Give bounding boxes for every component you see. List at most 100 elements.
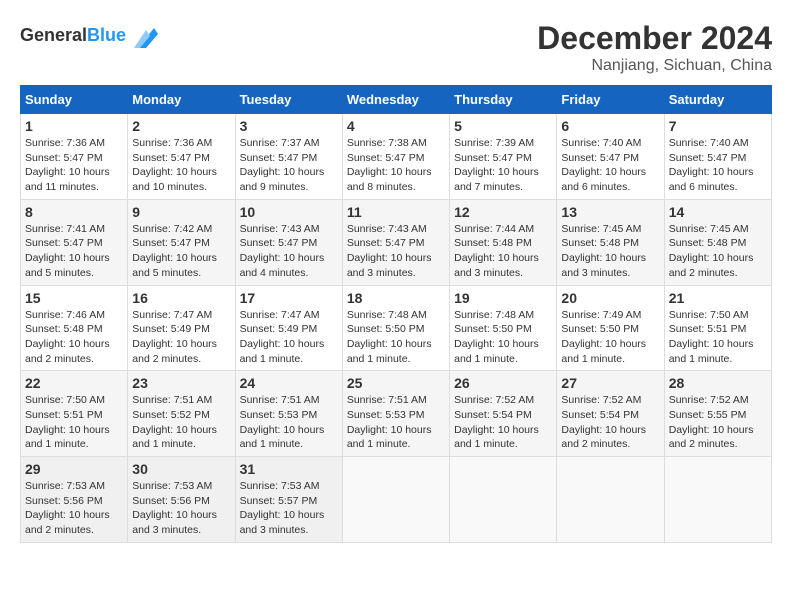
- day-info: Sunrise: 7:53 AMSunset: 5:56 PMDaylight:…: [132, 479, 230, 538]
- day-number: 21: [669, 290, 767, 306]
- calendar-cell: 9 Sunrise: 7:42 AMSunset: 5:47 PMDayligh…: [128, 199, 235, 285]
- day-info: Sunrise: 7:41 AMSunset: 5:47 PMDaylight:…: [25, 222, 123, 281]
- header-thursday: Thursday: [450, 86, 557, 114]
- day-info: Sunrise: 7:46 AMSunset: 5:48 PMDaylight:…: [25, 308, 123, 367]
- month-title: December 2024: [537, 20, 772, 57]
- calendar-cell: 23 Sunrise: 7:51 AMSunset: 5:52 PMDaylig…: [128, 371, 235, 457]
- day-number: 31: [240, 461, 338, 477]
- day-info: Sunrise: 7:36 AMSunset: 5:47 PMDaylight:…: [25, 136, 123, 195]
- calendar-cell: 6 Sunrise: 7:40 AMSunset: 5:47 PMDayligh…: [557, 114, 664, 200]
- day-info: Sunrise: 7:42 AMSunset: 5:47 PMDaylight:…: [132, 222, 230, 281]
- day-info: Sunrise: 7:43 AMSunset: 5:47 PMDaylight:…: [347, 222, 445, 281]
- logo-blue: Blue: [87, 25, 126, 45]
- calendar-cell: 10 Sunrise: 7:43 AMSunset: 5:47 PMDaylig…: [235, 199, 342, 285]
- calendar-cell: 24 Sunrise: 7:51 AMSunset: 5:53 PMDaylig…: [235, 371, 342, 457]
- day-number: 29: [25, 461, 123, 477]
- calendar-cell: 22 Sunrise: 7:50 AMSunset: 5:51 PMDaylig…: [21, 371, 128, 457]
- day-info: Sunrise: 7:51 AMSunset: 5:53 PMDaylight:…: [347, 393, 445, 452]
- day-number: 30: [132, 461, 230, 477]
- day-info: Sunrise: 7:53 AMSunset: 5:57 PMDaylight:…: [240, 479, 338, 538]
- day-number: 9: [132, 204, 230, 220]
- header-saturday: Saturday: [664, 86, 771, 114]
- calendar-cell: 29 Sunrise: 7:53 AMSunset: 5:56 PMDaylig…: [21, 457, 128, 543]
- day-info: Sunrise: 7:40 AMSunset: 5:47 PMDaylight:…: [561, 136, 659, 195]
- calendar-cell: [342, 457, 449, 543]
- day-info: Sunrise: 7:45 AMSunset: 5:48 PMDaylight:…: [561, 222, 659, 281]
- logo: GeneralBlue: [20, 20, 162, 52]
- calendar-table: SundayMondayTuesdayWednesdayThursdayFrid…: [20, 85, 772, 543]
- day-info: Sunrise: 7:51 AMSunset: 5:53 PMDaylight:…: [240, 393, 338, 452]
- calendar-cell: 11 Sunrise: 7:43 AMSunset: 5:47 PMDaylig…: [342, 199, 449, 285]
- calendar-cell: 20 Sunrise: 7:49 AMSunset: 5:50 PMDaylig…: [557, 285, 664, 371]
- calendar-header-row: SundayMondayTuesdayWednesdayThursdayFrid…: [21, 86, 772, 114]
- week-row-2: 8 Sunrise: 7:41 AMSunset: 5:47 PMDayligh…: [21, 199, 772, 285]
- day-number: 28: [669, 375, 767, 391]
- calendar-cell: 1 Sunrise: 7:36 AMSunset: 5:47 PMDayligh…: [21, 114, 128, 200]
- day-number: 1: [25, 118, 123, 134]
- day-info: Sunrise: 7:38 AMSunset: 5:47 PMDaylight:…: [347, 136, 445, 195]
- day-info: Sunrise: 7:47 AMSunset: 5:49 PMDaylight:…: [132, 308, 230, 367]
- day-number: 15: [25, 290, 123, 306]
- calendar-cell: 19 Sunrise: 7:48 AMSunset: 5:50 PMDaylig…: [450, 285, 557, 371]
- day-number: 14: [669, 204, 767, 220]
- day-number: 3: [240, 118, 338, 134]
- calendar-cell: 12 Sunrise: 7:44 AMSunset: 5:48 PMDaylig…: [450, 199, 557, 285]
- week-row-5: 29 Sunrise: 7:53 AMSunset: 5:56 PMDaylig…: [21, 457, 772, 543]
- day-number: 23: [132, 375, 230, 391]
- day-info: Sunrise: 7:40 AMSunset: 5:47 PMDaylight:…: [669, 136, 767, 195]
- calendar-cell: 15 Sunrise: 7:46 AMSunset: 5:48 PMDaylig…: [21, 285, 128, 371]
- calendar-cell: [557, 457, 664, 543]
- day-info: Sunrise: 7:52 AMSunset: 5:55 PMDaylight:…: [669, 393, 767, 452]
- day-info: Sunrise: 7:45 AMSunset: 5:48 PMDaylight:…: [669, 222, 767, 281]
- day-info: Sunrise: 7:53 AMSunset: 5:56 PMDaylight:…: [25, 479, 123, 538]
- title-block: December 2024 Nanjiang, Sichuan, China: [537, 20, 772, 75]
- calendar-cell: 27 Sunrise: 7:52 AMSunset: 5:54 PMDaylig…: [557, 371, 664, 457]
- header-wednesday: Wednesday: [342, 86, 449, 114]
- logo-general: General: [20, 25, 87, 45]
- day-number: 11: [347, 204, 445, 220]
- day-number: 13: [561, 204, 659, 220]
- day-number: 20: [561, 290, 659, 306]
- calendar-cell: 30 Sunrise: 7:53 AMSunset: 5:56 PMDaylig…: [128, 457, 235, 543]
- day-info: Sunrise: 7:39 AMSunset: 5:47 PMDaylight:…: [454, 136, 552, 195]
- calendar-cell: 18 Sunrise: 7:48 AMSunset: 5:50 PMDaylig…: [342, 285, 449, 371]
- header-sunday: Sunday: [21, 86, 128, 114]
- day-info: Sunrise: 7:51 AMSunset: 5:52 PMDaylight:…: [132, 393, 230, 452]
- day-number: 24: [240, 375, 338, 391]
- calendar-cell: 5 Sunrise: 7:39 AMSunset: 5:47 PMDayligh…: [450, 114, 557, 200]
- calendar-cell: 25 Sunrise: 7:51 AMSunset: 5:53 PMDaylig…: [342, 371, 449, 457]
- day-info: Sunrise: 7:47 AMSunset: 5:49 PMDaylight:…: [240, 308, 338, 367]
- calendar-cell: 4 Sunrise: 7:38 AMSunset: 5:47 PMDayligh…: [342, 114, 449, 200]
- day-info: Sunrise: 7:49 AMSunset: 5:50 PMDaylight:…: [561, 308, 659, 367]
- header-monday: Monday: [128, 86, 235, 114]
- day-number: 4: [347, 118, 445, 134]
- calendar-cell: [450, 457, 557, 543]
- day-info: Sunrise: 7:36 AMSunset: 5:47 PMDaylight:…: [132, 136, 230, 195]
- calendar-cell: 16 Sunrise: 7:47 AMSunset: 5:49 PMDaylig…: [128, 285, 235, 371]
- day-info: Sunrise: 7:50 AMSunset: 5:51 PMDaylight:…: [669, 308, 767, 367]
- calendar-cell: 2 Sunrise: 7:36 AMSunset: 5:47 PMDayligh…: [128, 114, 235, 200]
- week-row-1: 1 Sunrise: 7:36 AMSunset: 5:47 PMDayligh…: [21, 114, 772, 200]
- day-number: 2: [132, 118, 230, 134]
- day-info: Sunrise: 7:37 AMSunset: 5:47 PMDaylight:…: [240, 136, 338, 195]
- day-info: Sunrise: 7:43 AMSunset: 5:47 PMDaylight:…: [240, 222, 338, 281]
- calendar-cell: 14 Sunrise: 7:45 AMSunset: 5:48 PMDaylig…: [664, 199, 771, 285]
- location-title: Nanjiang, Sichuan, China: [537, 57, 772, 75]
- header-tuesday: Tuesday: [235, 86, 342, 114]
- day-info: Sunrise: 7:44 AMSunset: 5:48 PMDaylight:…: [454, 222, 552, 281]
- calendar-cell: 3 Sunrise: 7:37 AMSunset: 5:47 PMDayligh…: [235, 114, 342, 200]
- day-info: Sunrise: 7:48 AMSunset: 5:50 PMDaylight:…: [347, 308, 445, 367]
- page-header: GeneralBlue December 2024 Nanjiang, Sich…: [20, 20, 772, 75]
- calendar-cell: 13 Sunrise: 7:45 AMSunset: 5:48 PMDaylig…: [557, 199, 664, 285]
- day-number: 6: [561, 118, 659, 134]
- day-number: 25: [347, 375, 445, 391]
- day-number: 17: [240, 290, 338, 306]
- calendar-cell: 8 Sunrise: 7:41 AMSunset: 5:47 PMDayligh…: [21, 199, 128, 285]
- calendar-cell: 21 Sunrise: 7:50 AMSunset: 5:51 PMDaylig…: [664, 285, 771, 371]
- week-row-4: 22 Sunrise: 7:50 AMSunset: 5:51 PMDaylig…: [21, 371, 772, 457]
- day-info: Sunrise: 7:50 AMSunset: 5:51 PMDaylight:…: [25, 393, 123, 452]
- day-number: 19: [454, 290, 552, 306]
- calendar-cell: 28 Sunrise: 7:52 AMSunset: 5:55 PMDaylig…: [664, 371, 771, 457]
- calendar-cell: 7 Sunrise: 7:40 AMSunset: 5:47 PMDayligh…: [664, 114, 771, 200]
- day-number: 26: [454, 375, 552, 391]
